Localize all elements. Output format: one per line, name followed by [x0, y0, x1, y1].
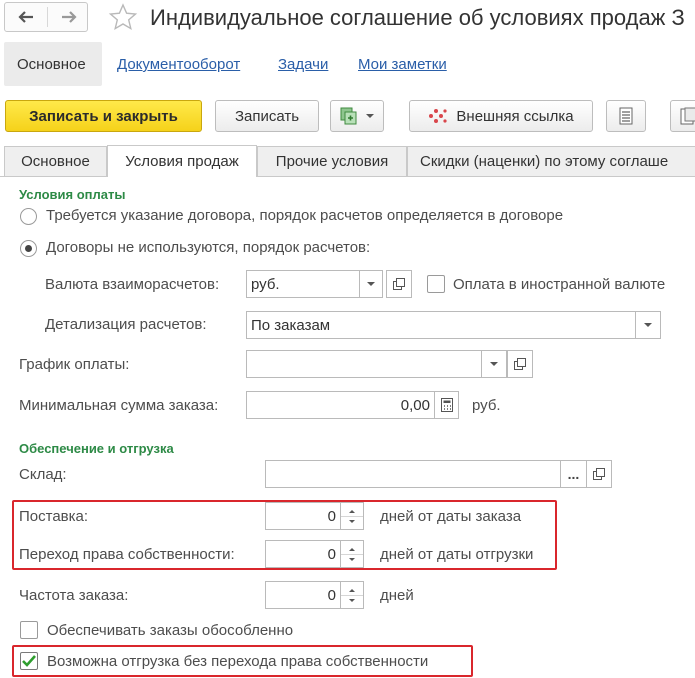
chevron-down-icon [366, 114, 374, 118]
radio-no-contract-label: Договоры не используются, порядок расчет… [46, 239, 371, 256]
payment-section-title: Условия оплаты [19, 187, 126, 202]
page-title: Индивидуальное соглашение об условиях пр… [150, 5, 685, 30]
chevron-down-icon [367, 282, 375, 286]
chevron-down-icon [644, 323, 652, 327]
back-button[interactable] [5, 3, 47, 31]
ship-without-ownership-checkbox[interactable] [20, 652, 38, 670]
detail-dropdown-button[interactable] [635, 311, 661, 339]
calculator-icon [440, 398, 453, 412]
warehouse-label: Склад: [19, 466, 67, 483]
nav-notes-link[interactable]: Мои заметки [358, 56, 447, 73]
detail-select[interactable]: По заказам [246, 311, 636, 339]
min-sum-unit: руб. [472, 397, 501, 414]
nav-tasks-link[interactable]: Задачи [278, 56, 328, 73]
stepper-up-icon [349, 548, 355, 551]
frequency-stepper[interactable] [340, 581, 364, 609]
frequency-unit: дней [380, 587, 414, 604]
create-based-icon [340, 107, 357, 125]
warehouse-select-button[interactable]: ... [560, 460, 587, 488]
external-link-icon [429, 109, 448, 123]
delivery-days-input[interactable]: 0 [265, 502, 341, 530]
ownership-days-input[interactable]: 0 [265, 540, 341, 568]
checkmark-icon [22, 655, 36, 667]
separate-orders-checkbox[interactable] [20, 621, 38, 639]
list-icon [619, 107, 633, 125]
tab-main[interactable]: Основное [4, 146, 107, 176]
currency-open-button[interactable] [386, 270, 412, 298]
external-link-label: Внешняя ссылка [456, 107, 574, 125]
schedule-input[interactable] [246, 350, 482, 378]
chevron-down-icon [490, 362, 498, 366]
external-link-button[interactable]: Внешняя ссылка [409, 100, 593, 132]
tab-sales-conditions[interactable]: Условия продаж [107, 145, 257, 177]
stepper-down-icon [349, 558, 355, 561]
min-sum-label: Минимальная сумма заказа: [19, 397, 219, 414]
foreign-currency-label: Оплата в иностранной валюте [453, 276, 666, 293]
ellipsis-icon: ... [567, 466, 580, 482]
ownership-label: Переход права собственности: [19, 546, 235, 563]
warehouse-open-button[interactable] [586, 460, 612, 488]
radio-dot [25, 245, 32, 252]
ownership-days-stepper[interactable] [340, 540, 364, 568]
calculator-button[interactable] [434, 391, 459, 419]
nav-docflow-link[interactable]: Документооборот [117, 56, 240, 73]
stepper-divider [341, 595, 363, 596]
stepper-up-icon [349, 589, 355, 592]
open-form-icon [393, 278, 405, 290]
report-button[interactable] [606, 100, 646, 132]
stepper-down-icon [349, 599, 355, 602]
stepper-divider [341, 516, 363, 517]
delivery-label: Поставка: [19, 508, 89, 525]
frequency-label: Частота заказа: [19, 587, 129, 604]
history-nav [4, 2, 88, 32]
schedule-label: График оплаты: [19, 356, 130, 373]
currency-dropdown-button[interactable] [359, 270, 383, 298]
save-and-close-button[interactable]: Записать и закрыть [5, 100, 202, 132]
more-actions-button[interactable] [670, 100, 695, 132]
radio-contract-required[interactable] [20, 208, 37, 225]
create-based-button[interactable] [330, 100, 384, 132]
arrow-left-icon [18, 11, 33, 23]
schedule-dropdown-button[interactable] [481, 350, 507, 378]
delivery-days-stepper[interactable] [340, 502, 364, 530]
open-form-icon [593, 468, 605, 480]
arrow-right-icon [62, 11, 77, 23]
frequency-input[interactable]: 0 [265, 581, 341, 609]
detail-label: Детализация расчетов: [45, 316, 207, 333]
ship-without-ownership-label: Возможна отгрузка без перехода права соб… [47, 653, 429, 670]
schedule-open-button[interactable] [507, 350, 533, 378]
currency-label: Валюта взаиморасчетов: [45, 276, 220, 293]
forward-button[interactable] [48, 3, 90, 31]
stepper-up-icon [349, 510, 355, 513]
currency-input[interactable]: руб. [246, 270, 360, 298]
delivery-unit: дней от даты заказа [380, 508, 522, 525]
warehouse-input[interactable] [265, 460, 561, 488]
stepper-divider [341, 554, 363, 555]
star-icon [108, 3, 138, 31]
tab-strip-line [0, 176, 695, 177]
foreign-currency-checkbox[interactable] [427, 275, 445, 293]
save-button[interactable]: Записать [215, 100, 319, 132]
favorite-button[interactable] [108, 3, 140, 31]
nav-main-label: Основное [17, 56, 86, 73]
min-sum-input[interactable]: 0,00 [246, 391, 435, 419]
stepper-down-icon [349, 520, 355, 523]
shipping-section-title: Обеспечение и отгрузка [19, 441, 174, 456]
document-icon [680, 107, 695, 125]
tab-other-conditions[interactable]: Прочие условия [257, 146, 407, 176]
ownership-unit: дней от даты отгрузки [380, 546, 534, 563]
tab-discounts[interactable]: Скидки (наценки) по этому соглаше [407, 146, 695, 176]
radio-no-contract[interactable] [20, 240, 37, 257]
open-form-icon [514, 358, 526, 370]
radio-contract-required-label: Требуется указание договора, порядок рас… [46, 207, 564, 224]
separate-orders-label: Обеспечивать заказы обособленно [47, 622, 294, 639]
